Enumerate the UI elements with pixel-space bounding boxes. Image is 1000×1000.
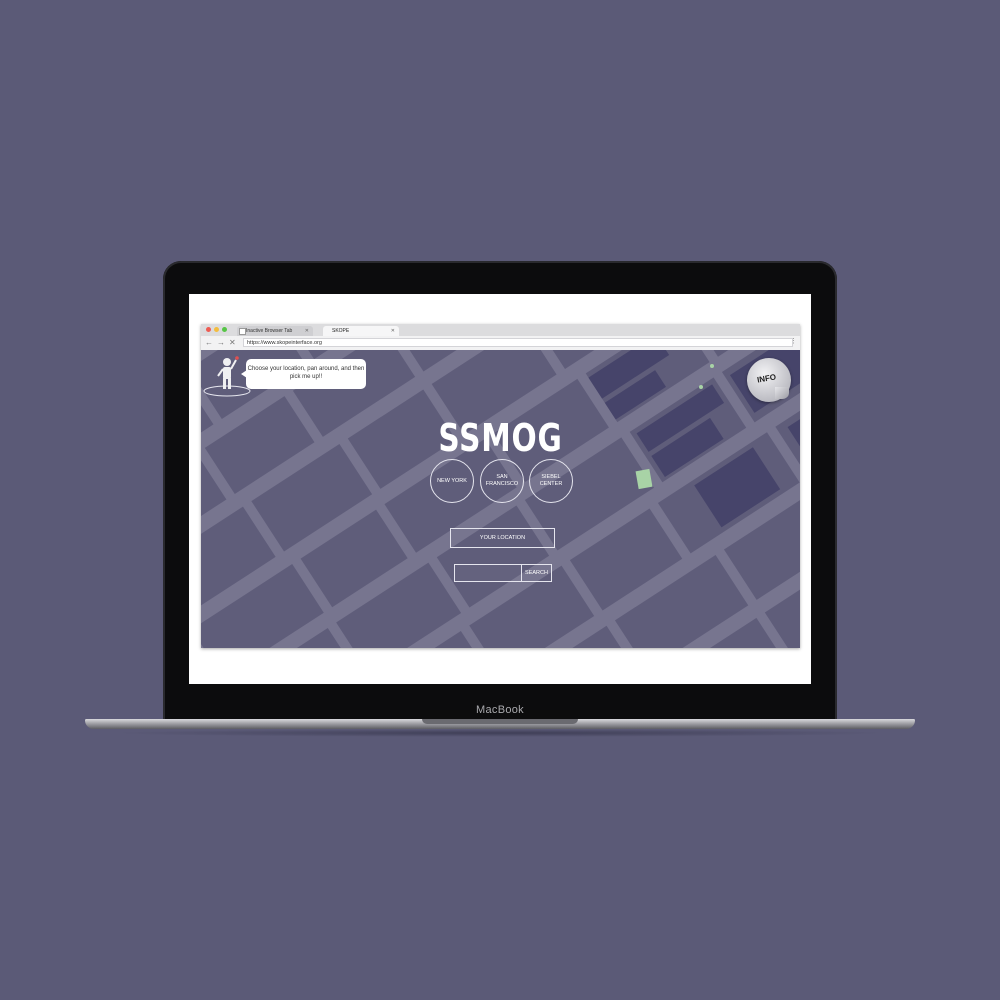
- zoom-window-button[interactable]: [222, 327, 227, 332]
- device-brand-label: MacBook: [476, 704, 524, 716]
- minimize-window-button[interactable]: [214, 327, 219, 332]
- city-button-san-francisco[interactable]: SAN FRANCISCO: [480, 459, 524, 503]
- page-icon: [239, 328, 246, 335]
- laptop-screen: Inactive Browser Tab ✕ SKOPE ✕ ← → ✕ htt…: [189, 294, 811, 684]
- your-location-button[interactable]: YOUR LOCATION: [450, 528, 555, 548]
- page-curl: [775, 387, 789, 399]
- app-title: SSMOG: [438, 416, 563, 460]
- stop-icon[interactable]: ✕: [229, 338, 236, 348]
- tab-active[interactable]: SKOPE ✕: [323, 326, 399, 336]
- city-map[interactable]: SSMOG NEW YORK SAN FRANCISCO SIEBEL CENT…: [201, 350, 800, 648]
- close-window-button[interactable]: [206, 327, 211, 332]
- tab-bar: Inactive Browser Tab ✕ SKOPE ✕: [201, 324, 800, 336]
- arrow-right-icon[interactable]: →: [217, 338, 225, 348]
- address-bar: ← → ✕ https://www.skopeinterface.org ⋮: [201, 336, 800, 351]
- tab-label: Inactive Browser Tab: [246, 328, 293, 334]
- laptop-notch: [422, 719, 578, 724]
- laptop-shadow: [110, 729, 890, 737]
- mascot-speech-bubble: Choose your location, pan around, and th…: [241, 359, 366, 389]
- info-button[interactable]: INFO: [747, 358, 791, 402]
- info-label: INFO: [756, 372, 777, 385]
- tab-label: SKOPE: [332, 328, 350, 334]
- search-input[interactable]: [454, 564, 522, 582]
- tab-inactive[interactable]: Inactive Browser Tab ✕: [237, 326, 313, 336]
- city-button-new-york[interactable]: NEW YORK: [430, 459, 474, 503]
- arrow-left-icon[interactable]: ←: [205, 338, 213, 348]
- close-icon[interactable]: ✕: [391, 326, 395, 336]
- close-icon[interactable]: ✕: [305, 326, 309, 336]
- vertical-dots-icon[interactable]: ⋮: [790, 337, 797, 345]
- browser-window: Inactive Browser Tab ✕ SKOPE ✕ ← → ✕ htt…: [201, 324, 800, 648]
- search-button[interactable]: SEARCH: [521, 564, 552, 582]
- city-button-siebel-center[interactable]: SIEBEL CENTER: [529, 459, 573, 503]
- url-field[interactable]: https://www.skopeinterface.org: [243, 338, 793, 347]
